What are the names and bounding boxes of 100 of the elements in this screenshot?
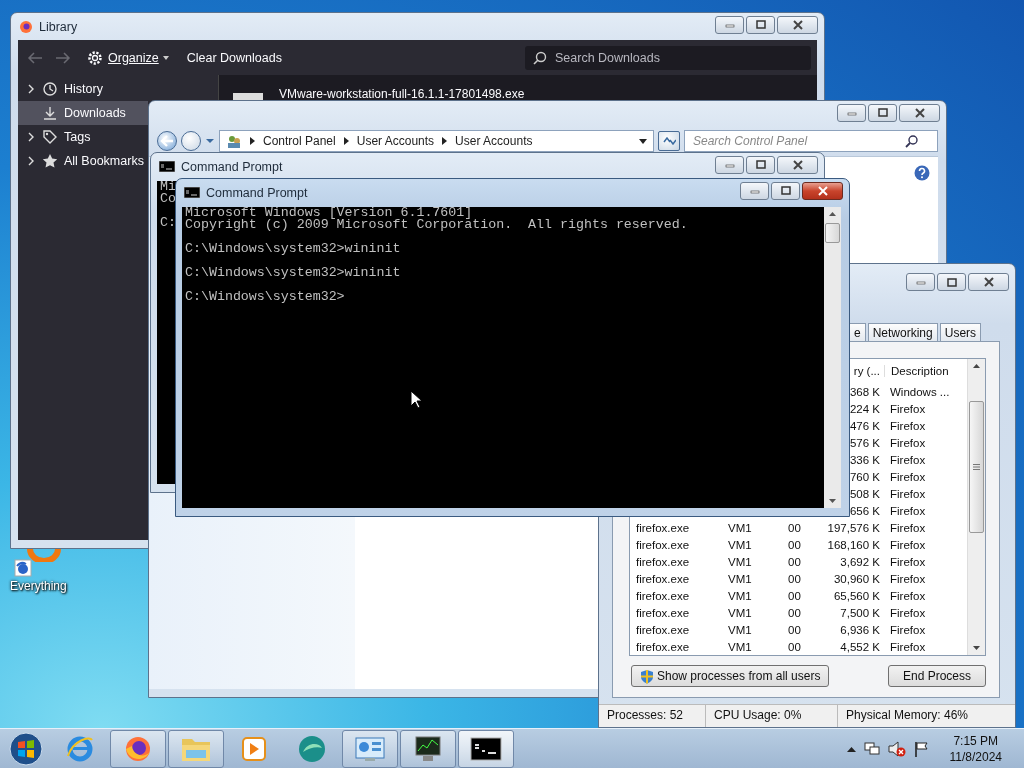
forward-arrow-icon[interactable] xyxy=(54,50,72,65)
search-icon xyxy=(533,50,547,65)
table-cell-text: 576 K xyxy=(848,436,881,449)
minimize-icon xyxy=(724,21,735,28)
minimize-icon xyxy=(724,161,735,168)
breadcrumb-arrow-icon[interactable] xyxy=(343,137,349,145)
table-cell-text: firefox.exe xyxy=(635,521,691,534)
close-icon xyxy=(791,19,804,30)
taskbar-button[interactable] xyxy=(400,729,456,768)
organize-menu[interactable]: Organize xyxy=(82,46,173,69)
help-icon[interactable] xyxy=(914,165,930,181)
sidebar-item[interactable]: Tags xyxy=(18,125,148,149)
caret-icon[interactable] xyxy=(639,138,647,144)
clear-downloads-button[interactable]: Clear Downloads xyxy=(182,48,286,67)
console-output: Microsoft Windows [Version 6.1.7601] Copyright (c) 2009 Microsoft Corporation. All rights reserved. C:\Windows\system32>wininit C:\Windows\system32>wininit C:\Windows\system32> xyxy=(182,207,824,508)
back-arrow-icon[interactable] xyxy=(26,50,44,65)
table-cell-text: Firefox xyxy=(889,572,927,585)
sidebar-item[interactable]: Downloads xyxy=(18,101,148,125)
search-input[interactable]: Search Downloads xyxy=(553,49,777,66)
scrollbar-thumb[interactable] xyxy=(969,401,984,533)
maximize-button[interactable] xyxy=(868,103,897,122)
flag-icon[interactable] xyxy=(913,740,930,757)
tab[interactable]: Networking xyxy=(867,323,938,341)
close-button[interactable] xyxy=(899,103,940,122)
end-process-button[interactable]: End Process xyxy=(888,665,986,687)
table-cell-text: firefox.exe xyxy=(635,538,691,551)
back-button[interactable] xyxy=(157,131,177,151)
table-cell-text: 336 K xyxy=(848,453,881,466)
status-text: Processes: 52 xyxy=(599,705,706,727)
shortcut-icon[interactable] xyxy=(14,559,32,577)
scrollbar[interactable] xyxy=(967,359,985,655)
minimize-button[interactable] xyxy=(837,103,866,122)
users-icon xyxy=(226,133,242,149)
table-cell-text: firefox.exe xyxy=(635,606,691,619)
scrollbar[interactable] xyxy=(824,207,841,508)
minimize-button[interactable] xyxy=(715,155,744,174)
refresh-button[interactable] xyxy=(658,131,680,151)
network-icon[interactable] xyxy=(863,740,880,757)
close-button[interactable] xyxy=(777,155,818,174)
table-cell-text: VM1 xyxy=(727,640,753,653)
breadcrumb-arrow-icon[interactable] xyxy=(442,137,448,145)
maximize-button[interactable] xyxy=(771,181,800,200)
close-button[interactable] xyxy=(802,181,843,200)
mouse-pointer-icon xyxy=(410,390,422,409)
search-icon xyxy=(905,134,918,148)
table-cell-text: 656 K xyxy=(848,504,881,517)
clock[interactable]: 7:15 PM 11/8/2024 xyxy=(949,732,1002,765)
search-field[interactable]: Search Control Panel xyxy=(684,130,938,152)
maximize-icon xyxy=(780,186,791,195)
column-header[interactable]: ry (... xyxy=(853,365,880,377)
status-text: Physical Memory: 46% xyxy=(845,707,970,724)
table-cell-text: Firefox xyxy=(889,419,927,432)
scrollbar-thumb[interactable] xyxy=(825,223,840,243)
close-icon xyxy=(982,277,995,287)
breadcrumb-arrow-icon[interactable] xyxy=(250,137,255,145)
maximize-button[interactable] xyxy=(937,273,966,291)
chevron-icon[interactable] xyxy=(26,156,36,166)
maximize-button[interactable] xyxy=(746,15,775,34)
sidebar-item[interactable]: History xyxy=(18,77,148,101)
table-cell-text: VM1 xyxy=(727,589,753,602)
refresh-icon xyxy=(662,135,676,147)
table-cell-text: VM1 xyxy=(727,623,753,636)
start-icon xyxy=(9,731,43,766)
table-cell-text: VM1 xyxy=(727,572,753,585)
minimize-icon xyxy=(915,279,926,285)
show-all-processes-button[interactable]: Show processes from all users xyxy=(631,665,830,687)
close-button[interactable] xyxy=(968,273,1009,291)
forward-button[interactable] xyxy=(181,131,201,151)
clock-icon xyxy=(42,81,58,97)
sidebar-item[interactable]: All Bookmarks xyxy=(18,149,148,173)
taskbar-button[interactable] xyxy=(110,729,166,768)
maximize-button[interactable] xyxy=(746,155,775,174)
window-title: Command Prompt xyxy=(206,185,309,200)
table-cell-text: firefox.exe xyxy=(635,640,691,653)
taskbar-button[interactable] xyxy=(458,729,514,768)
chevron-icon[interactable] xyxy=(26,132,36,142)
minimize-button[interactable] xyxy=(715,15,744,34)
table-cell-text: 00 xyxy=(787,623,802,636)
dropdown-icon[interactable] xyxy=(205,138,215,144)
table-cell-text: VM1 xyxy=(727,538,753,551)
ring-icon xyxy=(27,549,61,562)
console-icon xyxy=(184,187,200,198)
minimize-button[interactable] xyxy=(906,273,935,291)
search-field[interactable]: Search Downloads xyxy=(525,45,811,70)
show-hidden-icons-icon[interactable] xyxy=(846,745,856,752)
table-cell-text: 00 xyxy=(787,589,802,602)
close-button[interactable] xyxy=(777,15,818,34)
minimize-icon xyxy=(846,109,857,116)
start-button[interactable] xyxy=(6,730,46,767)
chevron-icon[interactable] xyxy=(26,84,36,94)
address-bar[interactable]: Control Panel User Accounts User Accounts xyxy=(219,130,654,152)
shield-icon xyxy=(640,668,654,684)
close-icon xyxy=(913,107,926,118)
table-cell-text: VM1 xyxy=(727,521,753,534)
close-icon xyxy=(816,185,829,196)
table-cell-text: firefox.exe xyxy=(635,572,691,585)
play-icon xyxy=(241,735,267,762)
minimize-button[interactable] xyxy=(740,181,769,200)
muted-speaker-icon[interactable] xyxy=(887,740,906,757)
tab[interactable]: Users xyxy=(939,323,982,341)
